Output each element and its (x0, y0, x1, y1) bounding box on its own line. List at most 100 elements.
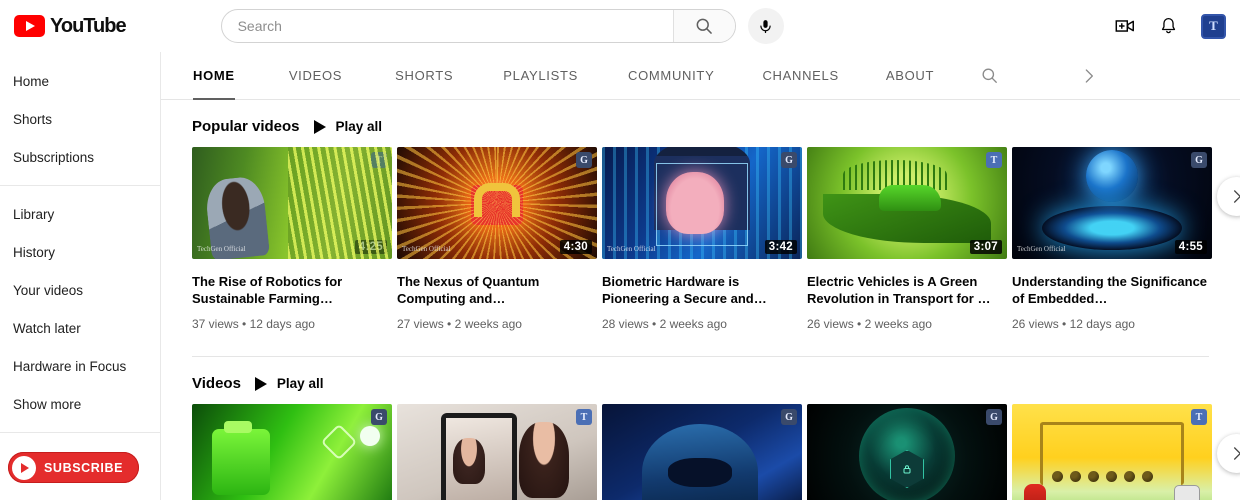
sidebar-divider-bottom (0, 432, 160, 433)
video-duration: 4:25 (354, 240, 387, 254)
video-title[interactable]: Biometric Hardware is Pioneering a Secur… (602, 273, 802, 307)
channel-search-button[interactable] (980, 66, 999, 85)
thumbnail-channel-tag: TechGen Official (1017, 245, 1066, 254)
tab-community[interactable]: COMMUNITY (628, 52, 714, 100)
video-card[interactable]: G (602, 404, 802, 500)
video-card[interactable]: TechGen Official T 4:25 The Rise of Robo… (192, 147, 392, 331)
sidebar-item-label: Your videos (13, 282, 84, 298)
video-thumbnail[interactable]: T 3:07 (807, 147, 1007, 259)
sidebar-item-home[interactable]: Home (0, 62, 160, 100)
video-thumbnail[interactable]: T (397, 404, 597, 500)
channel-watermark-icon: T (371, 152, 387, 168)
meta-separator: • (447, 317, 455, 331)
video-card[interactable]: G (192, 404, 392, 500)
video-thumbnail[interactable]: TechGen Official G 4:55 (1012, 147, 1212, 259)
thumbnail-art (1174, 485, 1200, 500)
notifications-button[interactable] (1158, 16, 1179, 37)
thumbnail-art (453, 437, 485, 484)
video-age: 2 weeks ago (659, 317, 727, 331)
video-thumbnail[interactable]: TechGen Official G 3:42 (602, 147, 802, 259)
tab-label: PLAYLISTS (503, 68, 578, 83)
video-duration: 4:55 (1174, 240, 1207, 254)
subscribe-label: SUBSCRIBE (44, 460, 124, 475)
thumbnail-channel-tag: TechGen Official (197, 245, 246, 254)
video-title[interactable]: Understanding the Significance of Embedd… (1012, 273, 1212, 307)
channel-tabs: HOME VIDEOS SHORTS PLAYLISTS COMMUNITY C… (161, 52, 1240, 100)
sidebar-item-shorts[interactable]: Shorts (0, 100, 160, 138)
thumbnail-channel-tag: TechGen Official (607, 245, 656, 254)
meta-separator: • (1062, 317, 1070, 331)
video-age: 2 weeks ago (864, 317, 932, 331)
sidebar-item-your-videos[interactable]: Your videos (0, 271, 160, 309)
video-card[interactable]: TechGen Official G 3:42 Biometric Hardwa… (602, 147, 802, 331)
sidebar-item-label: Shorts (13, 111, 53, 127)
video-title[interactable]: The Rise of Robotics for Sustainable Far… (192, 273, 392, 307)
play-all-button[interactable]: Play all (254, 376, 324, 391)
video-card[interactable]: TechGen Official G 4:30 The Nexus of Qua… (397, 147, 597, 331)
sidebar-divider (0, 185, 160, 186)
tab-label: CHANNELS (762, 68, 839, 83)
search-area (220, 8, 784, 44)
section-title: Popular videos (192, 118, 300, 135)
app-header: YouTube Search T (0, 0, 1240, 52)
video-card[interactable]: T 3:07 Electric Vehicles is A Green Revo… (807, 147, 1007, 331)
voice-search-button[interactable] (747, 8, 784, 44)
sidebar-item-library[interactable]: Library (0, 195, 160, 233)
chevron-right-icon (1234, 447, 1240, 460)
create-video-button[interactable] (1114, 15, 1136, 37)
play-all-button[interactable]: Play all (313, 119, 383, 134)
sidebar-item-label: Hardware in Focus (13, 358, 127, 374)
tab-videos[interactable]: VIDEOS (289, 52, 342, 100)
tabs-overflow-button[interactable] (1081, 68, 1097, 84)
video-thumbnail[interactable]: TechGen Official G 4:30 (397, 147, 597, 259)
carousel-next-button[interactable] (1217, 177, 1240, 216)
play-all-label: Play all (335, 119, 383, 134)
search-icon (982, 68, 998, 83)
youtube-logo[interactable]: YouTube (14, 14, 127, 38)
search-input[interactable] (221, 10, 673, 42)
thumbnail-art (1086, 150, 1138, 203)
tab-shorts[interactable]: SHORTS (395, 52, 453, 100)
youtube-channel-page: YouTube Search T Home Shorts Subscriptio… (0, 0, 1240, 500)
sidebar-item-history[interactable]: History (0, 233, 160, 271)
video-thumbnail[interactable]: G (807, 404, 1007, 500)
search-box[interactable] (220, 9, 736, 43)
video-age: 12 days ago (249, 317, 315, 331)
youtube-wordmark: YouTube (50, 14, 127, 37)
video-card[interactable]: TechGen Official G 4:55 Understanding th… (1012, 147, 1212, 331)
video-views: 27 views (397, 317, 444, 331)
search-submit-button[interactable] (672, 10, 735, 42)
sidebar-group-library: Library History Your videos Watch later … (0, 195, 160, 423)
tab-about[interactable]: ABOUT (886, 52, 934, 100)
search-icon (696, 18, 712, 34)
channel-watermark-icon: T (576, 409, 592, 425)
thumbnail-art (360, 426, 380, 447)
video-card[interactable]: T (1012, 404, 1212, 500)
video-thumbnail[interactable]: G (192, 404, 392, 500)
video-thumbnail[interactable]: G (602, 404, 802, 500)
section-popular-videos: Popular videos Play all TechGen Official… (161, 100, 1240, 357)
thumbnail-art (1024, 483, 1046, 500)
section-header: Videos Play all (161, 357, 1240, 404)
video-thumbnail[interactable]: T (1012, 404, 1212, 500)
video-card[interactable]: G (807, 404, 1007, 500)
sidebar-item-subscriptions[interactable]: Subscriptions (0, 138, 160, 176)
tab-channels[interactable]: CHANNELS (762, 52, 838, 100)
thumbnail-art (224, 420, 252, 433)
thumbnail-art (1042, 206, 1182, 251)
meta-separator: • (652, 317, 660, 331)
video-card[interactable]: T (397, 404, 597, 500)
play-all-label: Play all (276, 376, 324, 391)
carousel-next-button[interactable] (1217, 434, 1240, 473)
sidebar-item-watch-later[interactable]: Watch later (0, 309, 160, 347)
video-title[interactable]: Electric Vehicles is A Green Revolution … (807, 273, 1007, 307)
tab-playlists[interactable]: PLAYLISTS (503, 52, 578, 100)
chevron-right-icon (1085, 68, 1094, 83)
avatar[interactable]: T (1201, 13, 1226, 39)
tab-home[interactable]: HOME (193, 52, 235, 100)
sidebar-item-hardware-in-focus[interactable]: Hardware in Focus (0, 347, 160, 385)
video-thumbnail[interactable]: TechGen Official T 4:25 (192, 147, 392, 259)
subscribe-button[interactable]: SUBSCRIBE (8, 452, 140, 483)
sidebar-item-show-more[interactable]: Show more (0, 385, 160, 423)
video-title[interactable]: The Nexus of Quantum Computing and… (397, 273, 597, 307)
